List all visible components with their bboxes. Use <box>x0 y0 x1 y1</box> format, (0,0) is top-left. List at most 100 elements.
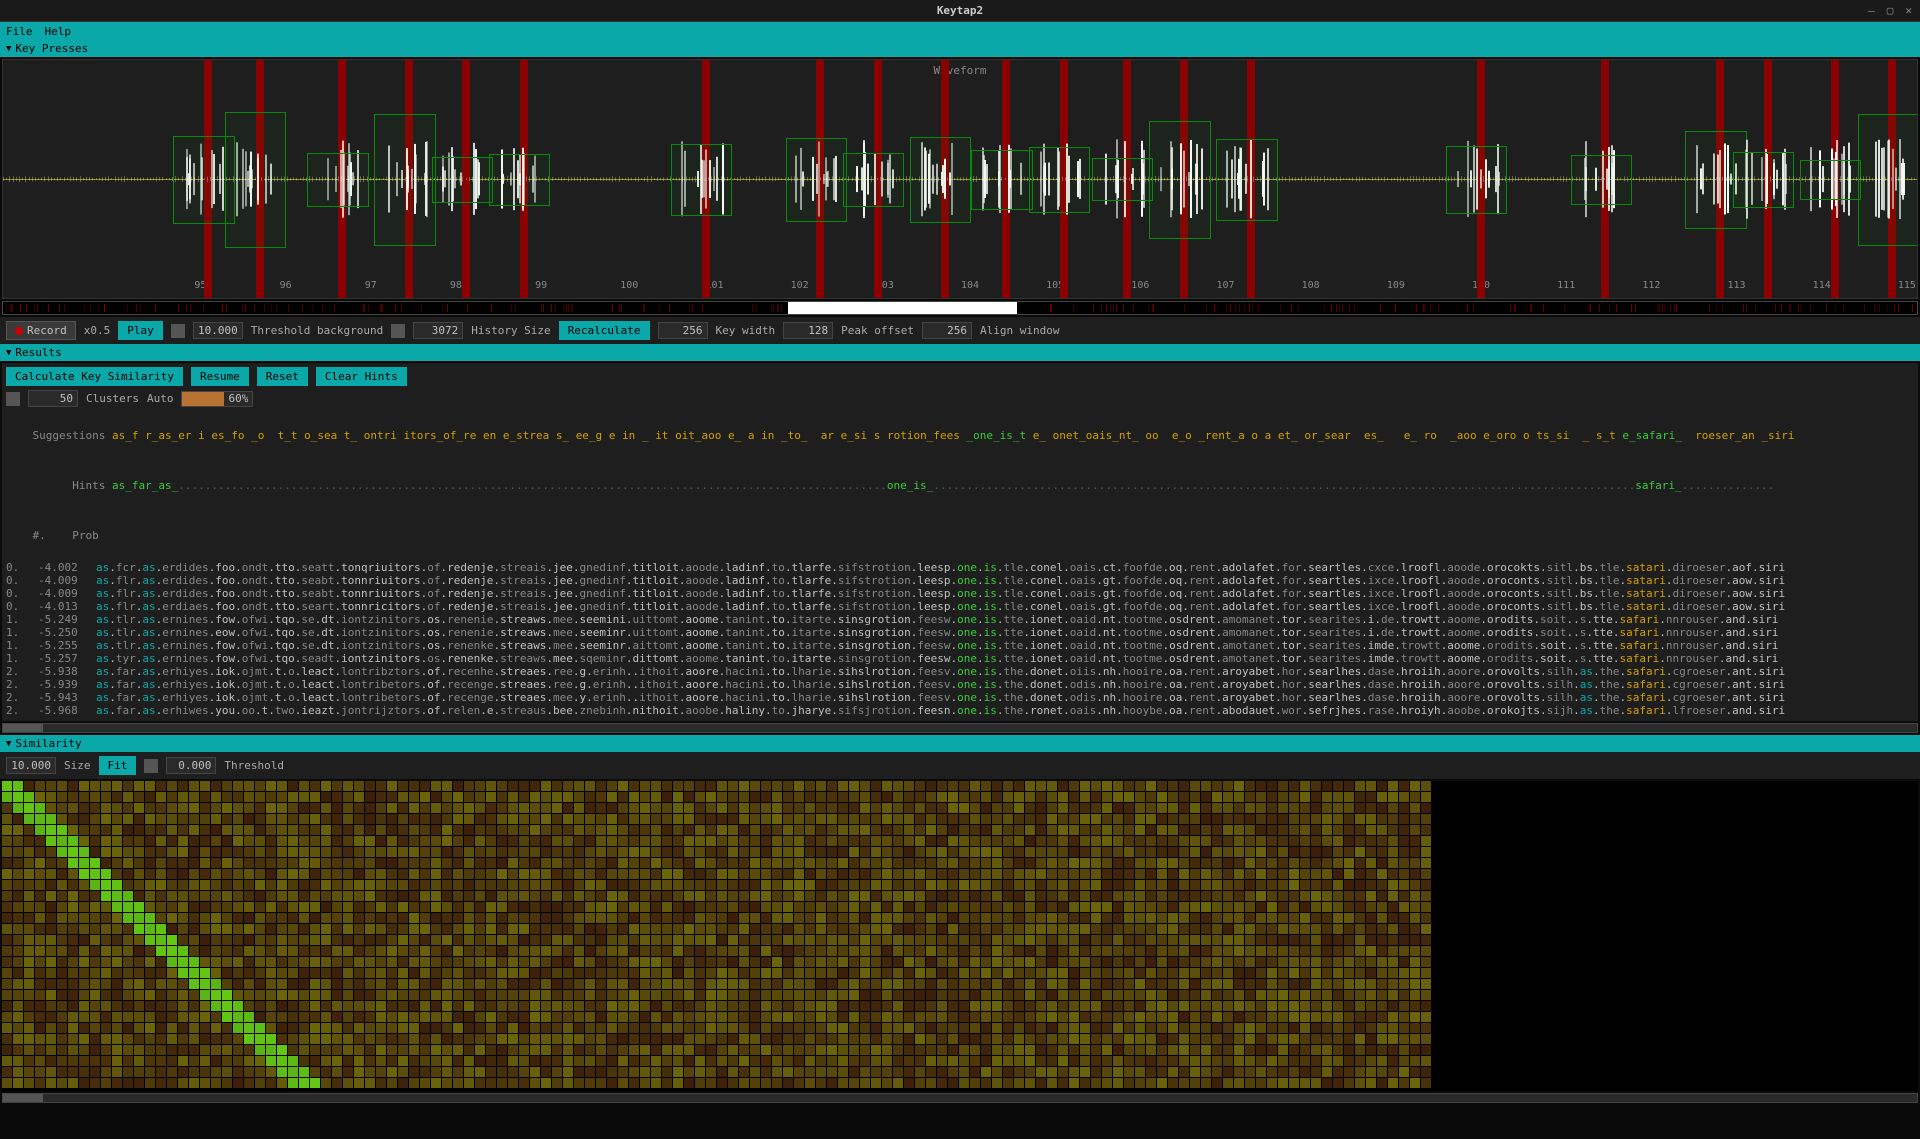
peak-offset-value[interactable]: 256 <box>922 322 972 339</box>
waveform-tick: 97 <box>365 280 377 291</box>
result-row[interactable]: 2.-5.968as.far.as.erhiwes.you.oo.t.two.i… <box>6 704 1914 717</box>
slider-handle-b[interactable] <box>391 324 405 338</box>
waveform-tick: 98 <box>450 280 462 291</box>
waveform-tick: 102 <box>791 280 809 291</box>
waveform-tick: 115 <box>1898 280 1916 291</box>
waveform-tick: 99 <box>535 280 547 291</box>
pct-slider[interactable]: 60% <box>181 391 253 407</box>
similarity-matrix[interactable] <box>2 781 1918 1091</box>
result-row[interactable]: 1.-5.249as.tlr.as.ernines.fow.ofwi.tqo.s… <box>6 613 1914 626</box>
collapse-arrow-icon: ▼ <box>6 739 11 749</box>
similarity-scrollbar[interactable] <box>2 1093 1918 1103</box>
waveform-tick: 114 <box>1813 280 1831 291</box>
suggestions-row: Suggestions as_f r_as_er i es_fo _o t_t … <box>6 411 1914 461</box>
waveform-tick: 107 <box>1216 280 1234 291</box>
result-row[interactable]: 2.-5.938as.far.as.erhiyes.iok.ojmt.t.o.l… <box>6 665 1914 678</box>
collapse-arrow-icon: ▼ <box>6 44 11 54</box>
result-row[interactable]: 0.-4.002as.fcr.as.erdides.foo.ondt.tto.s… <box>6 561 1914 574</box>
suggestions-label: Suggestions <box>33 429 106 442</box>
section-key-presses-header[interactable]: ▼ Key Presses <box>0 40 1920 57</box>
record-button[interactable]: Record <box>6 321 76 340</box>
menu-file[interactable]: File <box>6 25 33 38</box>
section-results-header[interactable]: ▼ Results <box>0 344 1920 361</box>
waveform-tick: 109 <box>1387 280 1405 291</box>
key-width-label: Key width <box>716 324 776 337</box>
threshold-label: Threshold <box>224 759 284 772</box>
results-list: 0.-4.002as.fcr.as.erdides.foo.ondt.tto.s… <box>6 561 1914 717</box>
results-area: Calculate Key Similarity Resume Reset Cl… <box>2 363 1918 721</box>
suggestions-text: as_f r_as_er i es_fo _o t_t o_sea t_ ont… <box>112 429 1795 442</box>
window-controls: — ▢ ✕ <box>1868 4 1912 17</box>
result-row[interactable]: 2.-5.943as.far.as.erhiyes.iok.ojmt.t.o.l… <box>6 691 1914 704</box>
result-row[interactable]: 1.-5.257as.tyr.as.ernines.fow.ofwi.tqo.s… <box>6 652 1914 665</box>
result-row[interactable]: 1.-5.250as.tlr.as.ernines.eow.ofwi.tqo.s… <box>6 626 1914 639</box>
reset-button[interactable]: Reset <box>257 367 308 386</box>
timeline[interactable] <box>2 301 1918 315</box>
waveform-tick: 106 <box>1131 280 1149 291</box>
sim-val-a[interactable]: 10.000 <box>6 757 56 774</box>
peak-offset-label: Peak offset <box>841 324 914 337</box>
results-scrollbar[interactable] <box>2 723 1918 733</box>
waveform-tick: 104 <box>961 280 979 291</box>
minimize-icon[interactable]: — <box>1868 4 1875 17</box>
waveform-tick: 113 <box>1728 280 1746 291</box>
threshold-bg-value[interactable]: 3072 <box>413 322 463 339</box>
value-a[interactable]: 10.000 <box>193 322 243 339</box>
similarity-area <box>2 781 1918 1091</box>
waveform-tick: 111 <box>1557 280 1575 291</box>
result-row[interactable]: 2.-5.939as.far.as.erhiyes.iok.ojmt.t.o.l… <box>6 678 1914 691</box>
slider-handle-a[interactable] <box>171 324 185 338</box>
fit-button[interactable]: Fit <box>99 756 137 775</box>
result-row[interactable]: 0.-4.009as.flr.as.erdides.foo.ondt.tto.s… <box>6 574 1914 587</box>
resume-button[interactable]: Resume <box>191 367 249 386</box>
section-results-title: Results <box>15 346 61 359</box>
slider-val[interactable]: 50 <box>28 390 78 407</box>
calc-key-similarity-button[interactable]: Calculate Key Similarity <box>6 367 183 386</box>
clear-hints-button[interactable]: Clear Hints <box>316 367 407 386</box>
menu-help[interactable]: Help <box>45 25 72 38</box>
similarity-controls: 10.000 Size Fit 0.000 Threshold <box>0 752 1920 779</box>
size-label: Size <box>64 759 91 772</box>
hints-row: Hints as_far_as_........................… <box>6 461 1914 511</box>
result-row[interactable]: 0.-4.013as.flr.as.erdiaes.foo.ondt.tto.s… <box>6 600 1914 613</box>
play-button[interactable]: Play <box>118 321 163 340</box>
section-key-presses-title: Key Presses <box>15 42 88 55</box>
titlebar: Keytap2 — ▢ ✕ <box>0 0 1920 22</box>
section-similarity-header[interactable]: ▼ Similarity <box>0 735 1920 752</box>
slider-handle-d[interactable] <box>144 759 158 773</box>
waveform-controls: Record x0.5 Play 10.000 Threshold backgr… <box>0 317 1920 344</box>
history-size-label: History Size <box>471 324 550 337</box>
slider-handle-c[interactable] <box>6 392 20 406</box>
section-similarity-title: Similarity <box>15 737 81 750</box>
hints-text[interactable]: as_far_as_..............................… <box>112 479 1774 492</box>
clusters-label: Clusters <box>86 392 139 405</box>
waveform-tick: 96 <box>280 280 292 291</box>
window-title: Keytap2 <box>937 4 983 17</box>
waveform-tick: 112 <box>1642 280 1660 291</box>
recalculate-button[interactable]: Recalculate <box>559 321 650 340</box>
threshold-bg-label: Threshold background <box>251 324 383 337</box>
key-width-value[interactable]: 128 <box>783 322 833 339</box>
timeline-window[interactable] <box>788 302 1018 314</box>
scrollbar-thumb[interactable] <box>3 1094 43 1102</box>
maximize-icon[interactable]: ▢ <box>1887 4 1894 17</box>
scrollbar-thumb[interactable] <box>3 724 43 732</box>
speed-label: x0.5 <box>84 324 111 337</box>
result-row[interactable]: 1.-5.255as.tlr.as.ernines.fow.ofwi.tqo.s… <box>6 639 1914 652</box>
results-header-row: #. Prob <box>6 511 1914 561</box>
waveform-tick: 100 <box>620 280 638 291</box>
waveform-ticks: 9596979899100101102103104105106107108109… <box>3 280 1917 294</box>
hints-label: Hints <box>72 479 105 492</box>
result-row[interactable]: 0.-4.009as.flr.as.erdides.foo.ondt.tto.s… <box>6 587 1914 600</box>
history-size-value[interactable]: 256 <box>658 322 708 339</box>
waveform-area[interactable]: Waveform 9596979899100101102103104105106… <box>2 59 1918 299</box>
align-window-label: Align window <box>980 324 1059 337</box>
collapse-arrow-icon: ▼ <box>6 348 11 358</box>
record-icon <box>15 327 23 335</box>
menubar: File Help <box>0 22 1920 40</box>
waveform-tick: 108 <box>1302 280 1320 291</box>
auto-label: Auto <box>147 392 174 405</box>
results-header: #. Prob <box>33 529 99 542</box>
threshold-value[interactable]: 0.000 <box>166 757 216 774</box>
close-icon[interactable]: ✕ <box>1905 4 1912 17</box>
